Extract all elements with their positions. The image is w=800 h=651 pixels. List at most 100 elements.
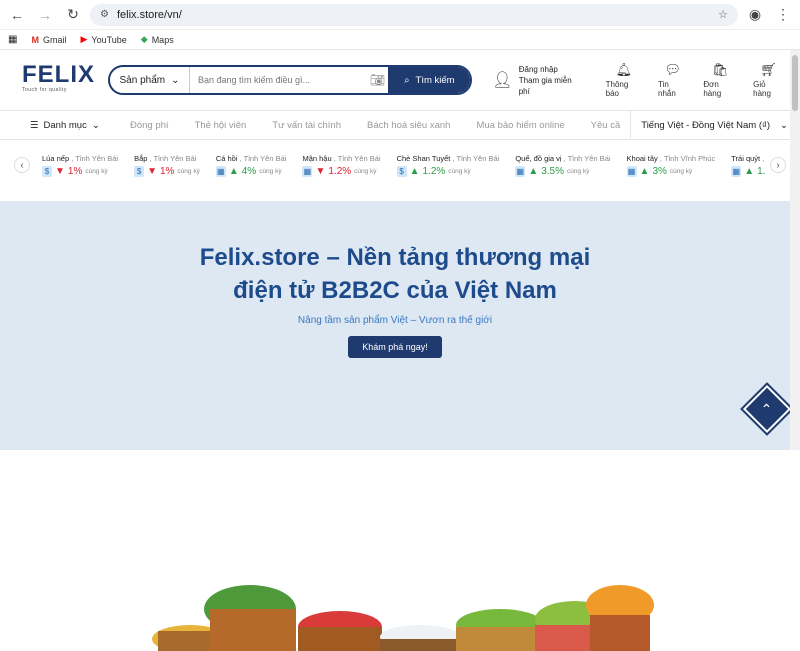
ticker-change: ▦ ▲ 3.5% cùng kỳ (515, 165, 610, 177)
url-text[interactable]: felix.store/vn/ (117, 9, 710, 21)
category-menu-button[interactable]: ☰ Danh mục ⌄ (30, 120, 120, 131)
scrollbar-thumb[interactable] (792, 55, 798, 111)
nav-link[interactable]: Thẻ hội viên (195, 120, 247, 131)
join-label: Tham gia miễn phí (518, 75, 572, 96)
ticker-product: Khoai tây (626, 153, 658, 163)
arrow-down-icon: ▼ (315, 165, 326, 177)
account-link[interactable]: 👤︎ Đăng nhập Tham gia miễn phí (492, 64, 581, 97)
ticker-item[interactable]: Khoai tây , Tỉnh Vĩnh Phúc ▦ ▲ 3% cùng kỳ (626, 153, 716, 177)
ticker-item[interactable]: Cá hồi , Tỉnh Yên Bái ▦ ▲ 4% cùng kỳ (215, 153, 287, 177)
hero-subtitle: Nâng tầm sản phẩm Việt – Vươn ra thế giớ… (297, 315, 493, 326)
price-badge-icon: ▦ (731, 165, 742, 177)
chevron-down-icon: ⌄ (91, 119, 100, 131)
ticker-item[interactable]: Lúa nếp , Tỉnh Yên Bái $ ▼ 1% cùng kỳ (42, 154, 118, 177)
ticker-change: ▦▲1.5 (731, 165, 766, 177)
produce-baskets-illustration (152, 585, 654, 651)
chevron-left-icon[interactable]: ‹ (14, 157, 30, 173)
ticker-change: $ ▲ 1.2% cùng kỳ (396, 165, 500, 177)
bookmark-label: Gmail (42, 34, 67, 45)
site-info-icon[interactable]: ⚙ (100, 9, 109, 20)
price-badge-icon: $ (396, 165, 407, 177)
explore-button[interactable]: Khám phá ngay! (348, 336, 442, 358)
category-bar: ☰ Danh mục ⌄ Đóng phí Thẻ hội viên Tư vấn … (0, 110, 800, 140)
ticker-product: Quế, đồ gia vị (515, 153, 562, 163)
ticker-change: $ ▼ 1% cùng kỳ (134, 165, 200, 177)
ticker-change: ▦ ▲ 4% cùng kỳ (215, 165, 287, 177)
ticker-item[interactable]: Quế, đồ gia vị , Tỉnh Yên Bái ▦ ▲ 3.5% cùng … (515, 153, 611, 177)
ticker-item[interactable]: Trái quýt , T ▦▲1.5 (731, 154, 766, 177)
ticker-product: Cá hồi (215, 153, 238, 163)
price-badge-icon: ▦ (626, 165, 637, 177)
notifications-button[interactable]: 🔔︎ Thông báo (606, 62, 642, 98)
felix-logo[interactable]: FELIX Touch for quality (22, 63, 94, 97)
arrow-up-icon: ▲ (409, 165, 420, 177)
price-badge-icon: ▦ (302, 165, 313, 177)
ticker-product: Chè Shan Tuyết (396, 153, 451, 163)
back-icon[interactable]: ← (6, 4, 28, 26)
chevron-right-icon[interactable]: › (770, 157, 786, 173)
ticker-percent: 1.2% (328, 165, 352, 177)
price-ticker: ‹ Lúa nếp , Tỉnh Yên Bái $ ▼ 1% cùng kỳ Bắp ,… (0, 140, 800, 190)
gmail-icon: M (31, 34, 39, 45)
price-badge-icon: ▦ (215, 165, 226, 177)
arrow-up-icon: ▲ (528, 165, 539, 177)
profile-icon[interactable]: ◉ (744, 4, 766, 26)
apps-grid-icon[interactable]: ▦ (8, 34, 17, 45)
nav-link[interactable]: Đóng phí (130, 120, 169, 131)
camera-icon[interactable]: 📷︎ (366, 73, 388, 87)
search-bar: Sản phẩm ⌄ 📷︎ ⌕ Tìm kiếm (108, 65, 473, 95)
bookmark-star-icon[interactable]: ☆ (718, 8, 728, 21)
ticker-item[interactable]: Mận hậu , Tỉnh Yên Bái ▦ ▼ 1.2% cùng kỳ (302, 154, 381, 177)
ticker-item[interactable]: Chè Shan Tuyết , Tỉnh Yên Bái $ ▲ 1.2% cùng … (396, 153, 500, 177)
ticker-name: Lúa nếp , Tỉnh Yên Bái (42, 153, 119, 163)
category-label: Danh mục (43, 119, 87, 131)
ticker-change: ▦ ▼ 1.2% cùng kỳ (302, 165, 380, 177)
browser-toolbar: ← → ↻ ⚙ felix.store/vn/ ☆ ◉ ⋮ (0, 0, 800, 30)
action-label: Đơn hàng (703, 80, 722, 98)
nav-link[interactable]: Bách hoá siêu xanh (367, 120, 450, 131)
action-label: Tin nhắn (658, 80, 676, 98)
language-selector[interactable]: Tiếng Việt - Đồng Việt Nam (₫) ⌄ (630, 111, 788, 139)
ticker-name: Cá hồi , Tỉnh Yên Bái (215, 153, 287, 163)
ticker-region: Tỉnh Yên Bái (243, 153, 287, 163)
bookmark-gmail[interactable]: M Gmail (31, 35, 66, 45)
ticker-region: Tỉnh Yên Bái (456, 153, 500, 163)
ticker-period: cùng kỳ (448, 167, 471, 175)
nav-link[interactable]: Yêu cầ (591, 120, 621, 131)
ticker-items: Lúa nếp , Tỉnh Yên Bái $ ▼ 1% cùng kỳ Bắp , T… (34, 154, 766, 177)
menu-icon[interactable]: ⋮ (772, 4, 794, 26)
message-icon: 💬︎ (664, 62, 681, 77)
orders-button[interactable]: 🛍︎ Đơn hàng (703, 62, 737, 98)
search-button-label: Tìm kiếm (415, 74, 455, 86)
nav-link[interactable]: Tư vấn tài chính (272, 120, 341, 131)
ticker-name: Khoai tây , Tỉnh Vĩnh Phúc (626, 153, 716, 163)
cart-icon: 🛒︎ (760, 62, 777, 77)
header-actions: 🔔︎ Thông báo 💬︎ Tin nhắn 🛍︎ Đơn hàng 🛒︎ Giỏ … (606, 62, 784, 98)
ticker-percent: 3% (652, 165, 667, 177)
ticker-name: Quế, đồ gia vị , Tỉnh Yên Bái (515, 153, 611, 163)
search-button[interactable]: ⌕ Tìm kiếm (388, 67, 471, 93)
bookmark-label: Maps (151, 34, 174, 45)
search-icon: ⌕ (404, 74, 410, 86)
cart-button[interactable]: 🛒︎ Giỏ hàng (753, 62, 784, 98)
bookmark-maps[interactable]: ◆ Maps (141, 34, 174, 45)
ticker-item[interactable]: Bắp , Tỉnh Yên Bái $ ▼ 1% cùng kỳ (134, 154, 200, 177)
arrow-up-icon: ▲ (228, 165, 239, 177)
reload-icon[interactable]: ↻ (62, 4, 84, 26)
chevron-down-icon: ⌄ (171, 74, 180, 86)
search-category-select[interactable]: Sản phẩm ⌄ (110, 67, 190, 93)
ticker-region: Tỉnh Yên Bái (75, 153, 119, 163)
bookmark-youtube[interactable]: ▶ YouTube (80, 34, 126, 45)
address-bar[interactable]: ⚙ felix.store/vn/ ☆ (90, 3, 738, 26)
forward-icon[interactable]: → (34, 4, 56, 26)
messages-button[interactable]: 💬︎ Tin nhắn (658, 62, 687, 98)
arrow-up-icon: ▲ (744, 165, 755, 177)
ticker-product: Bắp (134, 153, 148, 163)
maps-icon: ◆ (140, 34, 148, 44)
nav-link[interactable]: Mua bảo hiểm online (476, 120, 564, 131)
price-badge-icon: $ (134, 165, 145, 177)
search-input[interactable] (190, 67, 367, 93)
hero-banner: Felix.store – Nền tảng thương mại điện tử… (0, 201, 790, 651)
ticker-product: Trái quýt (731, 153, 761, 163)
chevron-down-icon: ⌄ (780, 119, 788, 131)
